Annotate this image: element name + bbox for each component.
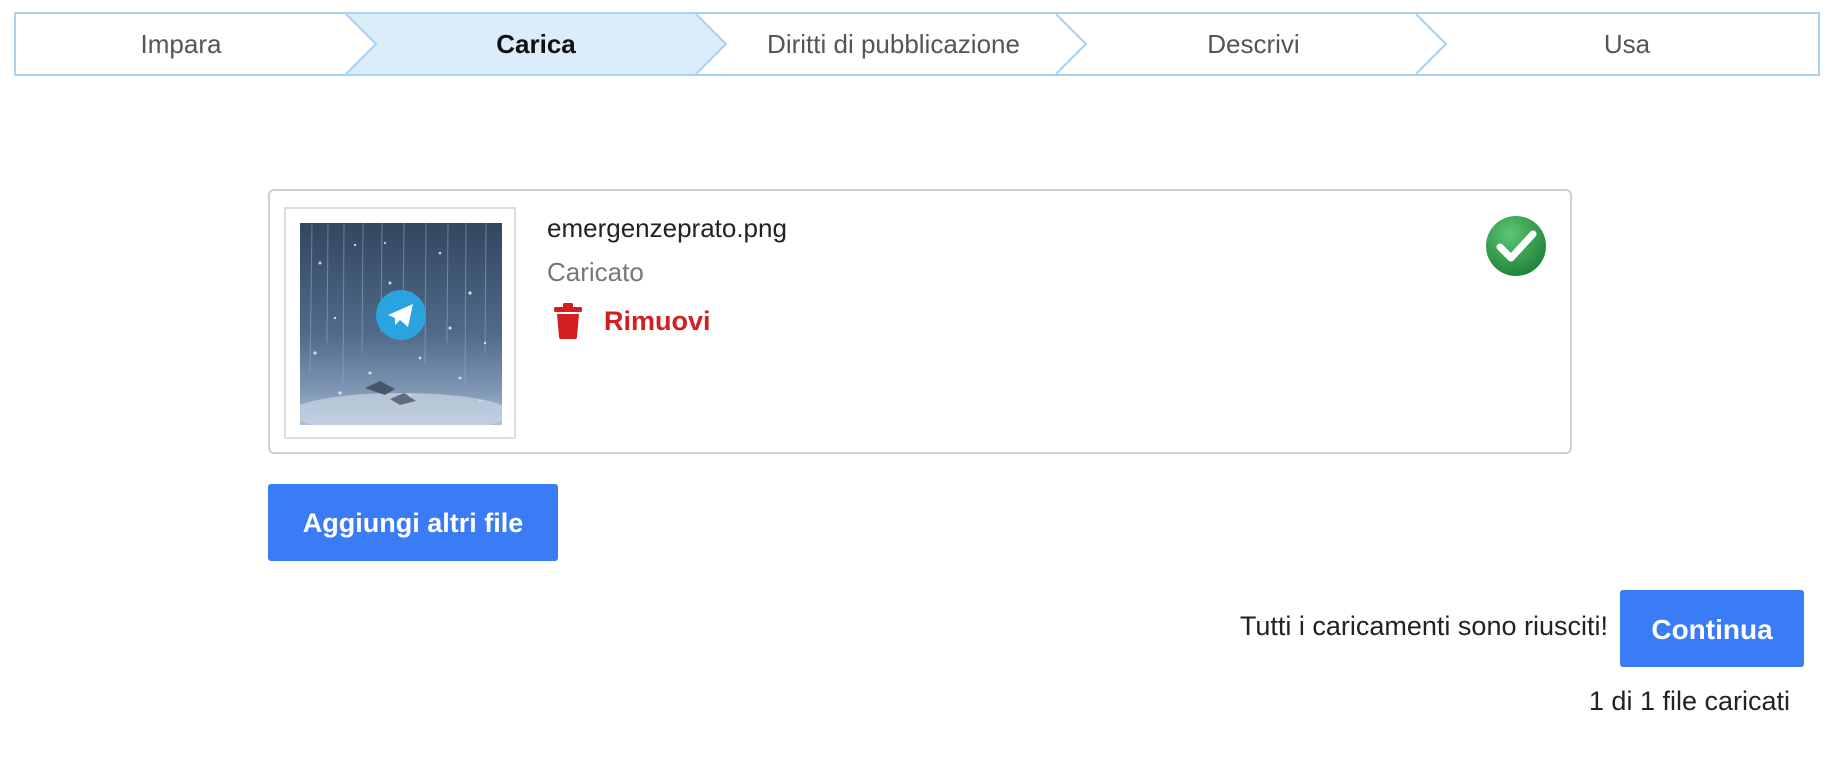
upload-success-message: Tutti i caricamenti sono riusciti! (1239, 611, 1608, 641)
step-carica[interactable]: Carica (361, 14, 711, 74)
continue-button[interactable]: Continua (1620, 590, 1804, 667)
file-thumbnail (300, 223, 502, 425)
trash-icon (554, 303, 582, 339)
uploaded-file-card: emergenzeprato.png Caricato Rimuovi (268, 189, 1572, 454)
telegram-logo-icon (376, 290, 426, 340)
step-impara[interactable]: Impara (16, 14, 346, 74)
check-circle-icon (1486, 216, 1546, 276)
rain-image (300, 223, 502, 425)
step-usa[interactable]: Usa (1436, 14, 1818, 74)
file-status: Caricato (547, 257, 644, 287)
remove-file-button[interactable]: Rimuovi (554, 303, 711, 339)
upload-wizard-steps: Impara Carica Diritti di pubblicazione D… (14, 12, 1820, 76)
file-name: emergenzeprato.png (547, 213, 787, 243)
upload-count: 1 di 1 file caricati (1588, 686, 1790, 716)
step-descrivi[interactable]: Descrivi (1076, 14, 1431, 74)
remove-label: Rimuovi (604, 305, 711, 336)
add-more-files-button[interactable]: Aggiungi altri file (268, 484, 558, 561)
step-diritti-di-pubblicazione[interactable]: Diritti di pubblicazione (716, 14, 1071, 74)
file-thumbnail-frame (284, 207, 516, 439)
